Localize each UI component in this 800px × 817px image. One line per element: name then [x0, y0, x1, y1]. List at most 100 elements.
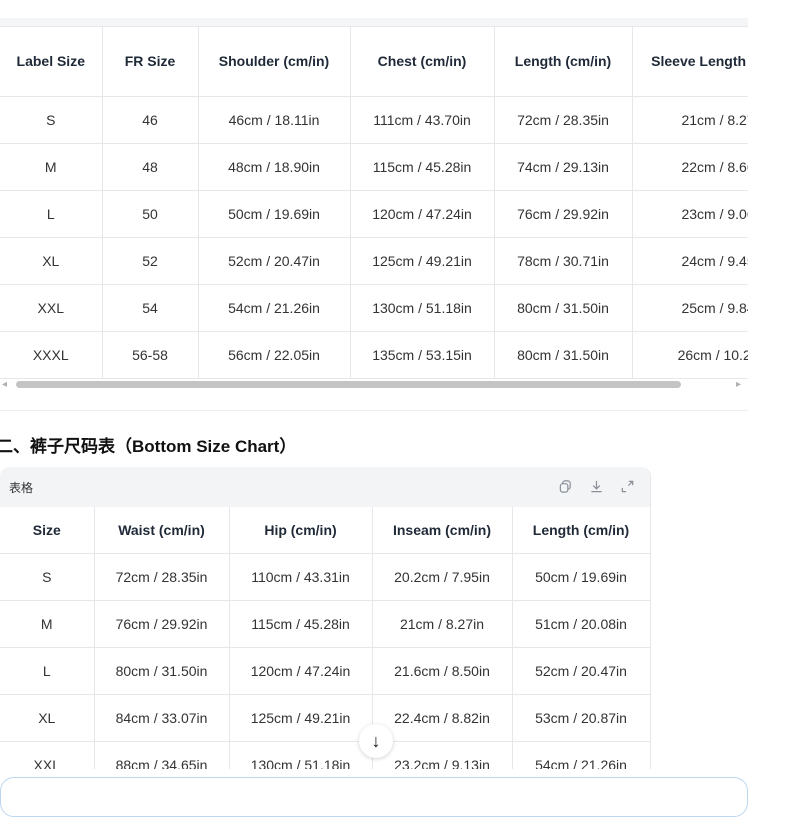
chat-input-box[interactable]	[0, 777, 748, 817]
table-cell: 20.2cm / 7.95in	[372, 553, 513, 601]
top-size-table: Label Size FR Size Shoulder (cm/in) Ches…	[0, 27, 748, 379]
table-cell: XL	[0, 237, 103, 285]
horizontal-scrollbar[interactable]: ◂ ▸	[0, 378, 748, 392]
table-cell: 120cm / 47.24in	[229, 647, 373, 695]
table-cell: 24cm / 9.45in	[632, 237, 748, 285]
table-row: XL 52 52cm / 20.47in 125cm / 49.21in 78cm / …	[0, 237, 748, 285]
scroll-left-icon[interactable]: ◂	[2, 379, 7, 390]
column-header: Waist (cm/in)	[94, 507, 230, 554]
table-cell: 54cm / 21.26in	[198, 284, 351, 332]
section-heading: 二、裤子尺码表（Bottom Size Chart）	[0, 437, 297, 456]
table-cell: XXXL	[0, 331, 103, 379]
copy-icon[interactable]	[557, 478, 574, 495]
column-header: FR Size	[102, 27, 199, 97]
table-cell: 88cm / 34.65in	[94, 741, 230, 769]
scrollbar-thumb[interactable]	[16, 381, 681, 388]
table-cell: 51cm / 20.08in	[512, 600, 650, 648]
table-cell: 22.4cm / 8.82in	[372, 694, 513, 742]
table-row: XL 84cm / 33.07in 125cm / 49.21in 22.4cm / …	[0, 694, 650, 742]
column-header: Label Size	[0, 27, 103, 97]
table-cell: 54cm / 21.26in	[512, 741, 650, 769]
table-cell: 80cm / 31.50in	[94, 647, 230, 695]
table-cell: 54	[102, 284, 199, 332]
column-header: Length (cm/in)	[494, 27, 633, 97]
table-cell: 111cm / 43.70in	[350, 96, 495, 144]
table-cell: 56cm / 22.05in	[198, 331, 351, 379]
table-cell: 23cm / 9.06in	[632, 190, 748, 238]
table-cell: 125cm / 49.21in	[229, 694, 373, 742]
table-cell: 76cm / 29.92in	[494, 190, 633, 238]
column-header: Inseam (cm/in)	[372, 507, 513, 554]
table-cell: 80cm / 31.50in	[494, 284, 633, 332]
scroll-to-bottom-button[interactable]: ↓	[359, 724, 393, 758]
table-cell: L	[0, 647, 95, 695]
table-cell: 74cm / 29.13in	[494, 143, 633, 191]
table-cell: 52	[102, 237, 199, 285]
column-header: Length (cm/in)	[512, 507, 650, 554]
table-cell: 115cm / 45.28in	[229, 600, 373, 648]
table-cell: 48	[102, 143, 199, 191]
table-cell: 50cm / 19.69in	[512, 553, 650, 601]
table-cell: XXL	[0, 741, 95, 769]
table-cell: 110cm / 43.31in	[229, 553, 373, 601]
column-header: Chest (cm/in)	[350, 27, 495, 97]
table-row: L 50 50cm / 19.69in 120cm / 47.24in 76cm / 2…	[0, 190, 748, 238]
table-cell: 80cm / 31.50in	[494, 331, 633, 379]
table-row: XXXL 56-58 56cm / 22.05in 135cm / 53.15in 80…	[0, 331, 748, 379]
table-row: XXL 54 54cm / 21.26in 130cm / 51.18in 80cm /…	[0, 284, 748, 332]
table-row: M 48 48cm / 18.90in 115cm / 45.28in 74cm / 2…	[0, 143, 748, 191]
bottom-size-table: Size Waist (cm/in) Hip (cm/in) Inseam (c…	[0, 507, 650, 769]
table-cell: L	[0, 190, 103, 238]
table-card-header: 表格	[0, 467, 650, 507]
table-cell: 120cm / 47.24in	[350, 190, 495, 238]
table-cell: 25cm / 9.84in	[632, 284, 748, 332]
table-header-row: Size Waist (cm/in) Hip (cm/in) Inseam (c…	[0, 507, 650, 554]
table-cell: 72cm / 28.35in	[494, 96, 633, 144]
table-cell: 21cm / 8.27in	[372, 600, 513, 648]
table-cell: M	[0, 143, 103, 191]
column-header: Hip (cm/in)	[229, 507, 373, 554]
table-cell: 135cm / 53.15in	[350, 331, 495, 379]
table-header-row: Label Size FR Size Shoulder (cm/in) Ches…	[0, 27, 748, 97]
column-header: Sleeve Length (cm/in)	[632, 27, 748, 97]
table-cell: 50cm / 19.69in	[198, 190, 351, 238]
arrow-down-icon: ↓	[371, 730, 381, 751]
top-table-scroll-container[interactable]: Label Size FR Size Shoulder (cm/in) Ches…	[0, 26, 748, 379]
table-cell: 115cm / 45.28in	[350, 143, 495, 191]
table-cell: XL	[0, 694, 95, 742]
top-table-caption-bar	[0, 18, 748, 26]
table-cell: 46	[102, 96, 199, 144]
table-cell: 21.6cm / 8.50in	[372, 647, 513, 695]
table-cell: S	[0, 553, 95, 601]
column-header: Shoulder (cm/in)	[198, 27, 351, 97]
table-row: S 72cm / 28.35in 110cm / 43.31in 20.2cm / 7…	[0, 553, 650, 601]
table-cell: 52cm / 20.47in	[198, 237, 351, 285]
table-cell: 48cm / 18.90in	[198, 143, 351, 191]
table-cell: XXL	[0, 284, 103, 332]
table-row: XXL 88cm / 34.65in 130cm / 51.18in 23.2cm /…	[0, 741, 650, 769]
table-cell: 76cm / 29.92in	[94, 600, 230, 648]
table-cell: 53cm / 20.87in	[512, 694, 650, 742]
table-row: L 80cm / 31.50in 120cm / 47.24in 21.6cm / 8…	[0, 647, 650, 695]
table-cell: 56-58	[102, 331, 199, 379]
table-tab-label: 表格	[9, 481, 34, 495]
table-cell: 46cm / 18.11in	[198, 96, 351, 144]
scroll-right-icon[interactable]: ▸	[736, 379, 741, 390]
table-cell: 72cm / 28.35in	[94, 553, 230, 601]
table-cell: 52cm / 20.47in	[512, 647, 650, 695]
table-cell: 78cm / 30.71in	[494, 237, 633, 285]
table-cell: M	[0, 600, 95, 648]
table-cell: 125cm / 49.21in	[350, 237, 495, 285]
table-cell: 21cm / 8.27in	[632, 96, 748, 144]
table-cell: 84cm / 33.07in	[94, 694, 230, 742]
table-cell: 130cm / 51.18in	[229, 741, 373, 769]
table-cell: 26cm / 10.24in	[632, 331, 748, 379]
table-cell: 130cm / 51.18in	[350, 284, 495, 332]
table-row: M 76cm / 29.92in 115cm / 45.28in 21cm / 8.2…	[0, 600, 650, 648]
table-cell: 22cm / 8.66in	[632, 143, 748, 191]
expand-icon[interactable]	[619, 478, 636, 495]
table-row: S 46 46cm / 18.11in 111cm / 43.70in 72cm / 2…	[0, 96, 748, 144]
divider	[0, 410, 748, 411]
table-cell: 50	[102, 190, 199, 238]
download-icon[interactable]	[588, 478, 605, 495]
